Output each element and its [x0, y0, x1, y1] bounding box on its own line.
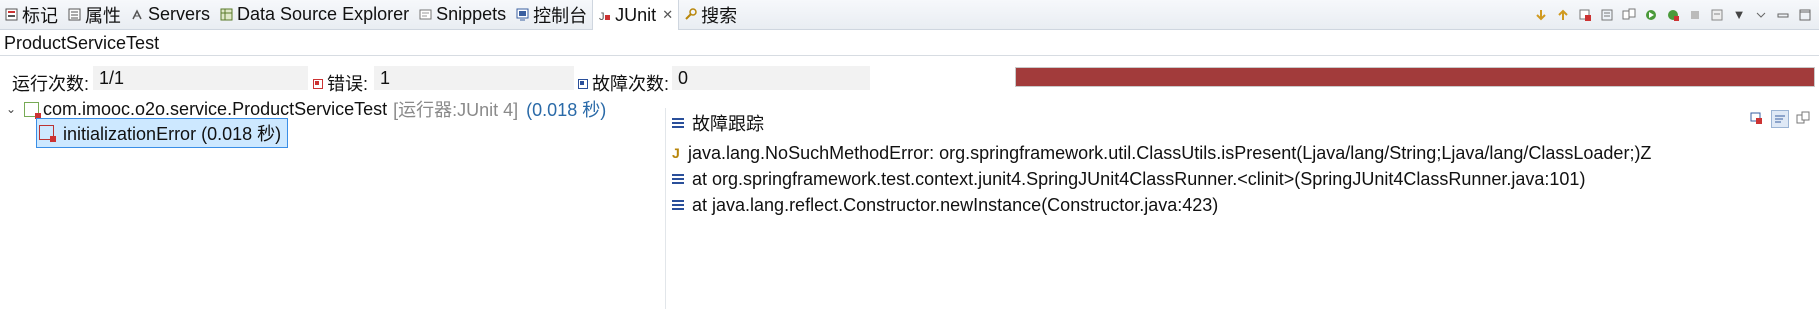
view-title-row: ProductServiceTest — [0, 29, 1819, 56]
tab-junit-label: JUnit — [615, 4, 657, 25]
counter-panel: 运行次数: 1/1 错误: 1 故障次数: 0 — [0, 62, 1819, 94]
view-menu-icon[interactable] — [1753, 7, 1769, 23]
maximize-icon[interactable] — [1797, 7, 1813, 23]
stack-frame-icon — [672, 198, 684, 212]
failures-label: 故障次数: — [592, 74, 670, 94]
junit-icon: J — [597, 8, 611, 22]
test-case-error-icon — [39, 125, 56, 142]
properties-icon — [67, 8, 81, 22]
stack-trace-icon — [672, 116, 684, 130]
close-icon[interactable]: ✕ — [662, 7, 673, 23]
minimize-icon[interactable] — [1775, 7, 1791, 23]
case-name: initializationError — [63, 124, 197, 144]
selected-test-case[interactable]: initializationError (0.018 秒) — [36, 118, 289, 148]
tab-junit[interactable]: J JUnit ✕ — [592, 0, 680, 30]
trace-exception-line[interactable]: J java.lang.NoSuchMethodError: org.sprin… — [672, 140, 1651, 166]
tab-snippets[interactable]: Snippets — [414, 0, 511, 29]
tab-search[interactable]: 搜索 — [679, 0, 742, 29]
errors-label-wrap: 错误: — [313, 70, 368, 96]
test-tree: ⌄ com.imooc.o2o.service.ProductServiceTe… — [0, 99, 665, 309]
history-dropdown-icon[interactable]: ▼ — [1731, 7, 1747, 23]
rerun-failed-first-icon[interactable] — [1665, 7, 1681, 23]
view-tab-bar: 标记 属性 Servers Data Source Explorer Snipp… — [0, 0, 1819, 30]
tab-servers-label: Servers — [148, 4, 211, 24]
tab-data-source-explorer[interactable]: Data Source Explorer — [215, 0, 414, 29]
search-icon — [683, 8, 697, 22]
failure-icon — [578, 79, 588, 90]
next-failure-icon[interactable] — [1533, 7, 1549, 23]
tab-console[interactable]: 控制台 — [511, 0, 592, 29]
trace-line-text: at org.springframework.test.context.juni… — [692, 168, 1586, 189]
console-icon — [515, 8, 529, 22]
tree-case-row[interactable]: initializationError (0.018 秒) — [36, 118, 289, 148]
servers-icon — [130, 8, 144, 22]
test-suite-error-icon — [24, 101, 41, 119]
tab-console-label: 控制台 — [533, 5, 588, 26]
suite-time: (0.018 秒) — [526, 100, 607, 120]
layout-icon[interactable] — [1621, 7, 1637, 23]
errors-value: 1 — [374, 66, 574, 90]
stack-frame-icon — [672, 172, 684, 186]
stop-icon[interactable] — [1687, 7, 1703, 23]
scroll-lock-icon[interactable] — [1599, 7, 1615, 23]
progress-fill — [1016, 68, 1814, 86]
rerun-test-icon[interactable] — [1643, 7, 1659, 23]
tab-snippets-label: Snippets — [436, 4, 507, 24]
trace-toolbar — [1749, 110, 1811, 128]
failures-label-wrap: 故障次数: — [578, 70, 669, 96]
tab-markers[interactable]: 标记 — [0, 0, 63, 29]
case-time: (0.018 秒) — [201, 124, 282, 144]
view-toolbar: ▼ — [1533, 0, 1813, 29]
runs-value: 1/1 — [93, 66, 308, 90]
suite-runner: [运行器:JUnit 4] — [393, 100, 519, 120]
compare-result-icon[interactable] — [1749, 110, 1765, 126]
previous-failure-icon[interactable] — [1555, 7, 1571, 23]
show-failures-only-icon[interactable] — [1577, 7, 1593, 23]
runs-label: 运行次数: — [12, 74, 90, 94]
copy-trace-icon[interactable] — [1795, 110, 1811, 126]
failure-trace-header: 故障跟踪 — [672, 110, 764, 136]
failures-value: 0 — [672, 66, 870, 90]
tab-properties-label: 属性 — [85, 5, 121, 26]
tab-markers-label: 标记 — [22, 5, 58, 26]
collapse-icon[interactable]: ⌄ — [4, 102, 18, 116]
trace-line-text: at java.lang.reflect.Constructor.newInst… — [692, 194, 1219, 215]
failure-trace-title: 故障跟踪 — [692, 114, 764, 134]
markers-icon — [4, 8, 18, 22]
view-title: ProductServiceTest — [4, 33, 160, 53]
tab-data-source-explorer-label: Data Source Explorer — [237, 4, 410, 24]
filter-stack-trace-icon[interactable] — [1771, 110, 1789, 128]
trace-line-text: java.lang.NoSuchMethodError: org.springf… — [688, 142, 1652, 163]
trace-frame-line[interactable]: at org.springframework.test.context.juni… — [672, 166, 1585, 192]
svg-text:J: J — [599, 11, 605, 22]
errors-label: 错误: — [327, 74, 369, 94]
progress-bar — [1015, 67, 1815, 87]
tab-search-label: 搜索 — [701, 5, 738, 26]
snippets-icon — [418, 8, 432, 22]
tab-servers[interactable]: Servers — [126, 0, 215, 29]
history-icon[interactable] — [1709, 7, 1725, 23]
data-source-icon — [219, 8, 233, 22]
suite-name: com.imooc.o2o.service.ProductServiceTest — [43, 98, 388, 119]
exception-icon: J — [672, 145, 680, 161]
tab-properties[interactable]: 属性 — [63, 0, 126, 29]
error-icon — [313, 79, 323, 90]
pane-splitter[interactable] — [665, 108, 666, 309]
trace-frame-line[interactable]: at java.lang.reflect.Constructor.newInst… — [672, 192, 1218, 218]
